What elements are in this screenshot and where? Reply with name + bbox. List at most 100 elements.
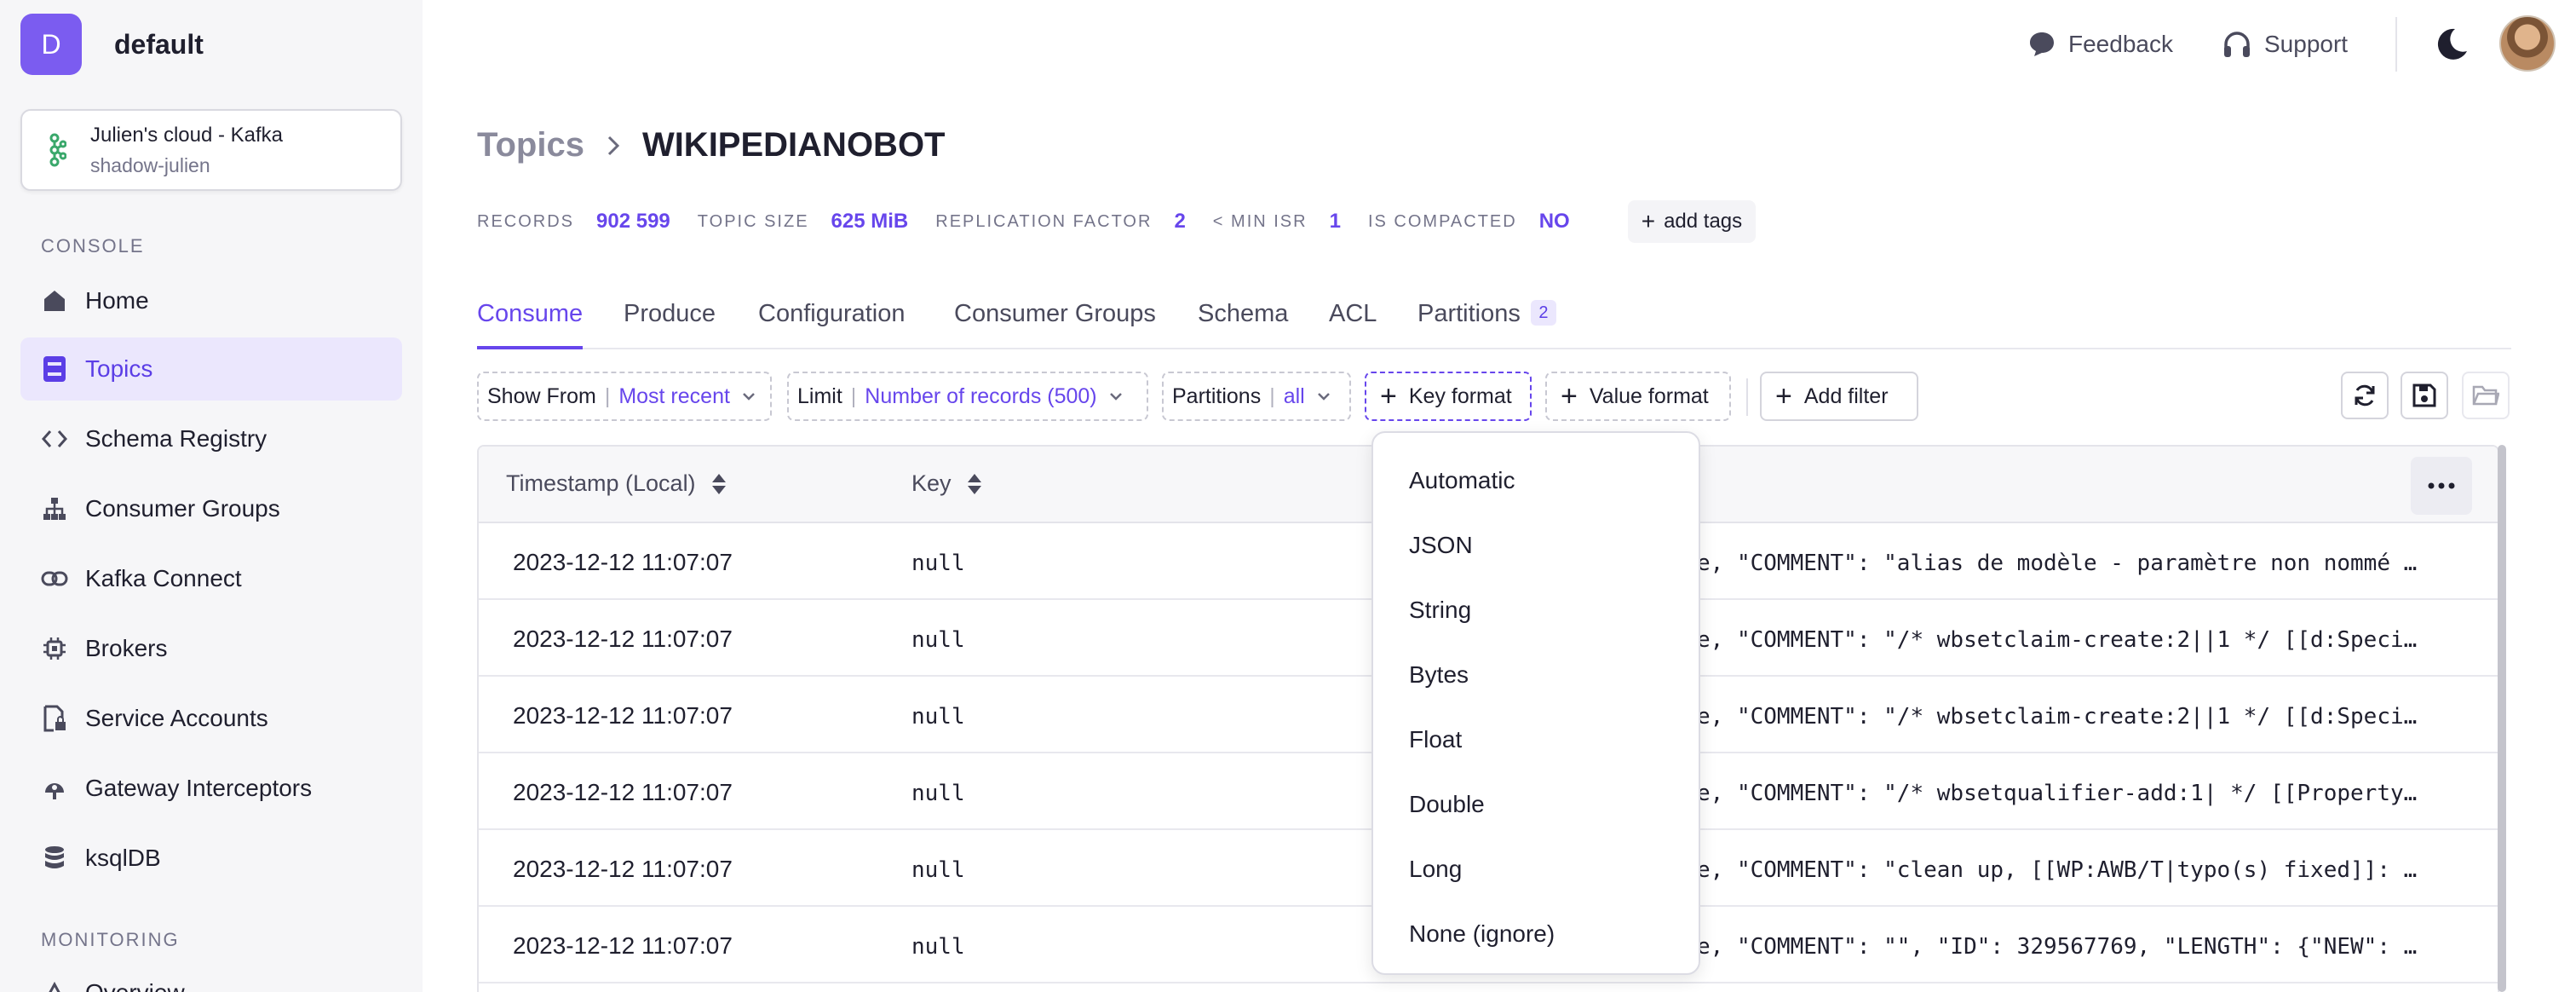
add-filter-button[interactable]: + Add filter	[1760, 372, 1918, 421]
tab-schema[interactable]: Schema	[1198, 300, 1288, 349]
home-icon	[37, 284, 72, 318]
show-from-filter[interactable]: Show From | Most recent	[477, 372, 772, 421]
sort-icon	[967, 473, 981, 494]
tab-consume[interactable]: Consume	[477, 300, 584, 349]
sort-icon	[711, 473, 726, 494]
sidebar-item-ksqldb[interactable]: ksqlDB	[20, 827, 402, 890]
add-filter-label: Add filter	[1803, 384, 1889, 408]
header-divider	[2395, 17, 2397, 72]
menu-item-float[interactable]: Float	[1375, 707, 1699, 772]
column-key-label: Key	[911, 470, 952, 496]
cell-key: null	[911, 627, 965, 653]
sidebar-item-service-accounts[interactable]: Service Accounts	[20, 687, 402, 750]
sidebar-item-home[interactable]: Home	[20, 269, 402, 332]
sidebar-item-consumer-groups[interactable]: Consumer Groups	[20, 477, 402, 540]
sidebar-item-kafka-connect[interactable]: Kafka Connect	[20, 547, 402, 610]
cluster-subtitle: shadow-julien	[90, 153, 210, 176]
database-icon	[37, 841, 72, 875]
code-icon	[37, 422, 72, 456]
chat-bubble-icon	[2030, 32, 2054, 56]
menu-item-double[interactable]: Double	[1375, 772, 1699, 837]
cell-value: e, "COMMENT": "", "ID": 329567769, "LENG…	[1697, 934, 2418, 960]
sidebar-item-label: Gateway Interceptors	[85, 775, 313, 801]
table-scrollbar[interactable]	[2498, 445, 2506, 992]
menu-item-long[interactable]: Long	[1375, 837, 1699, 902]
menu-item-none-ignore[interactable]: None (ignore)	[1375, 902, 1699, 966]
column-timestamp-label: Timestamp (Local)	[506, 470, 696, 496]
topic-size-label: TOPIC SIZE	[697, 211, 809, 231]
partitions-value: all	[1283, 384, 1305, 408]
chevron-down-icon	[743, 393, 755, 401]
tab-partitions[interactable]: Partitions 2	[1417, 300, 1556, 349]
hierarchy-icon	[37, 492, 72, 526]
records-value: 902 599	[596, 210, 670, 233]
min-isr-label: < MIN ISR	[1212, 211, 1308, 231]
menu-item-automatic[interactable]: Automatic	[1375, 448, 1699, 513]
key-format-button[interactable]: + Key format	[1365, 372, 1532, 421]
section-monitoring: MONITORING	[41, 929, 180, 950]
folder-icon	[2472, 385, 2499, 406]
cell-timestamp: 2023-12-12 11:07:07	[513, 932, 733, 959]
support-link[interactable]: Support	[2222, 24, 2348, 65]
tab-acl[interactable]: ACL	[1329, 300, 1377, 349]
key-format-menu: Automatic JSON String Bytes Float Double…	[1371, 431, 1700, 975]
cell-timestamp: 2023-12-12 11:07:07	[513, 779, 733, 805]
moon-icon[interactable]	[2433, 26, 2470, 63]
cell-key: null	[911, 781, 965, 806]
org-name: default	[114, 28, 204, 60]
support-label: Support	[2264, 31, 2349, 57]
add-tags-button[interactable]: + add tags	[1627, 200, 1757, 243]
column-key[interactable]: Key	[911, 470, 982, 497]
cell-timestamp: 2023-12-12 11:07:07	[513, 549, 733, 575]
feedback-label: Feedback	[2068, 31, 2173, 57]
partitions-label: Partitions	[1172, 384, 1262, 408]
table-options-button[interactable]	[2411, 457, 2472, 515]
menu-item-bytes[interactable]: Bytes	[1375, 643, 1699, 707]
sidebar-item-brokers[interactable]: Brokers	[20, 617, 402, 680]
org-switcher[interactable]: D default	[20, 14, 204, 75]
sidebar-item-label: Brokers	[85, 635, 168, 661]
show-from-label: Show From	[487, 384, 596, 408]
is-compacted-value: NO	[1538, 210, 1570, 233]
add-tags-label: add tags	[1664, 210, 1743, 233]
topics-icon	[37, 352, 72, 386]
save-button[interactable]	[2401, 372, 2448, 419]
plus-icon: +	[1775, 380, 1792, 412]
feedback-link[interactable]: Feedback	[2027, 24, 2173, 65]
menu-item-json[interactable]: JSON	[1375, 513, 1699, 578]
tab-consumer-groups[interactable]: Consumer Groups	[954, 300, 1156, 349]
tab-partitions-label: Partitions	[1417, 300, 1521, 327]
sidebar-item-topics[interactable]: Topics	[20, 337, 402, 401]
refresh-icon	[2355, 384, 2375, 407]
section-console: CONSOLE	[41, 235, 145, 257]
cell-timestamp: 2023-12-12 11:07:07	[513, 626, 733, 652]
interceptor-icon	[37, 771, 72, 805]
sidebar-item-label: Kafka Connect	[85, 565, 242, 591]
sidebar-item-schema-registry[interactable]: Schema Registry	[20, 407, 402, 470]
user-avatar[interactable]	[2499, 15, 2556, 72]
limit-filter[interactable]: Limit | Number of records (500)	[787, 372, 1148, 421]
column-timestamp[interactable]: Timestamp (Local)	[506, 470, 727, 497]
cluster-selector[interactable]: Julien's cloud - Kafka shadow-julien	[20, 109, 402, 191]
breadcrumb: Topics WIKIPEDIANOBOT	[477, 126, 945, 164]
records-label: RECORDS	[477, 211, 575, 231]
partitions-filter[interactable]: Partitions | all	[1162, 372, 1351, 421]
breadcrumb-topics-link[interactable]: Topics	[477, 126, 584, 164]
cell-value: e, "COMMENT": "clean up, [[WP:AWB/T|typo…	[1697, 857, 2418, 883]
sidebar-item-label: Consumer Groups	[85, 495, 280, 522]
filter-divider	[1746, 378, 1748, 416]
tab-produce[interactable]: Produce	[624, 300, 716, 349]
open-folder-button[interactable]	[2462, 372, 2510, 419]
sidebar-item-gateway-interceptors[interactable]: Gateway Interceptors	[20, 757, 402, 820]
refresh-button[interactable]	[2341, 372, 2389, 419]
sidebar-item-label: Overview	[85, 979, 185, 992]
menu-item-string[interactable]: String	[1375, 578, 1699, 643]
value-format-button[interactable]: + Value format	[1545, 372, 1731, 421]
is-compacted-label: IS COMPACTED	[1367, 211, 1517, 231]
sidebar-item-overview[interactable]: Overview	[20, 961, 402, 992]
tab-configuration[interactable]: Configuration	[758, 300, 906, 349]
chevron-down-icon	[1109, 393, 1122, 401]
sidebar-item-label: Topics	[85, 355, 153, 382]
topic-tabs: Consume Produce Configuration Consumer G…	[477, 300, 2511, 349]
overview-icon	[37, 976, 72, 992]
